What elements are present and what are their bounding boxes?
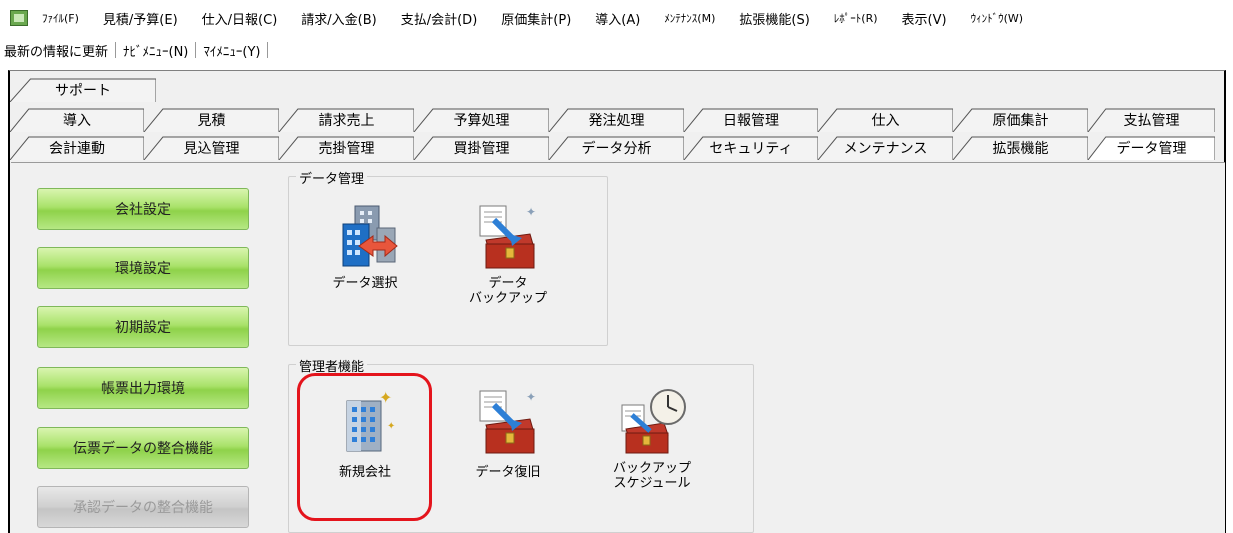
toolbar: 最新の情報に更新 ﾅﾋﾞﾒﾆｭｰ(N) ﾏｲﾒﾆｭｰ(Y): [0, 36, 1233, 64]
data-restore-tile[interactable]: ✦ データ復旧: [448, 385, 568, 480]
tab-label: 導入: [63, 113, 91, 129]
app-icon[interactable]: [10, 10, 28, 26]
tab-row1-0[interactable]: サポート: [10, 78, 156, 102]
tab-row-support: サポート: [10, 78, 156, 102]
data-backup-tile[interactable]: ✦ データ バックアップ: [448, 200, 568, 306]
treasure-chest-restore-icon: ✦: [472, 385, 544, 457]
tab-row2-0[interactable]: 導入: [10, 108, 144, 132]
tab-row3-2[interactable]: 売掛管理: [279, 136, 414, 160]
menu-item[interactable]: 導入(A): [595, 9, 640, 28]
tab-label: 売掛管理: [318, 141, 375, 157]
data-restore-label: データ復旧: [475, 465, 541, 480]
tab-row2-1[interactable]: 見積: [144, 108, 279, 132]
tab-label: 会計連動: [49, 141, 105, 157]
menu-item[interactable]: 支払/会計(D): [401, 9, 478, 28]
tab-label: 日報管理: [723, 113, 779, 129]
tab-row3-1[interactable]: 見込管理: [144, 136, 279, 160]
menu-item[interactable]: ﾌｧｲﾙ(F): [42, 10, 79, 26]
backup-schedule-tile[interactable]: バックアップ スケジュール: [592, 385, 712, 491]
tab-label: 見積: [197, 113, 226, 129]
toolbar-separator: [267, 42, 269, 58]
menu-item[interactable]: ﾚﾎﾟｰﾄ(R): [834, 10, 878, 26]
building-transfer-icon: [329, 200, 401, 272]
tab-row2-7[interactable]: 原価集計: [953, 108, 1088, 132]
tab-label: 原価集計: [992, 113, 1049, 129]
tab-row3-3[interactable]: 買掛管理: [414, 136, 549, 160]
slip-data-consistency-button[interactable]: 伝票データの整合機能: [37, 427, 249, 469]
toolbar-separator: [115, 42, 117, 58]
treasure-chest-backup-icon: ✦: [472, 200, 544, 272]
menu-bar: ﾌｧｲﾙ(F) 見積/予算(E) 仕入/日報(C) 請求/入金(B) 支払/会計(D) 原…: [0, 0, 1233, 36]
tab-row-modules: 導入 見積 請求売上 予算処理 発注処理 日報管理 仕入 原価集計 支払管理: [10, 108, 1215, 132]
menu-item[interactable]: 原価集計(P): [501, 9, 571, 28]
menu-item[interactable]: 請求/入金(B): [301, 9, 376, 28]
data-backup-label: データ バックアップ: [468, 276, 547, 306]
tab-label: セキュリティ: [709, 141, 793, 157]
tab-label: サポート: [55, 83, 111, 99]
highlight-annotation: [297, 373, 432, 521]
tab-label: 仕入: [871, 113, 900, 129]
environment-settings-button[interactable]: 環境設定: [37, 247, 249, 289]
tab-label: 予算処理: [453, 113, 510, 129]
tab-label: 拡張機能: [992, 141, 1049, 157]
tab-row2-6[interactable]: 仕入: [818, 108, 953, 132]
approval-data-consistency-button: 承認データの整合機能: [37, 486, 249, 528]
tab-row3-4[interactable]: データ分析: [549, 136, 684, 160]
data-select-tile[interactable]: データ選択: [305, 200, 425, 291]
data-management-group-title: データ管理: [296, 168, 368, 187]
tab-row2-8[interactable]: 支払管理: [1088, 108, 1215, 132]
menu-item[interactable]: 表示(V): [902, 9, 947, 28]
company-settings-button[interactable]: 会社設定: [37, 188, 249, 230]
menu-item[interactable]: 仕入/日報(C): [202, 9, 278, 28]
tab-row-management: 会計連動 見込管理 売掛管理 買掛管理 データ分析 セキュリティ メンテナンス 拡張機能 データ…: [10, 136, 1215, 160]
tab-label: 支払管理: [1123, 113, 1180, 129]
menu-item[interactable]: ｳｨﾝﾄﾞｳ(W): [971, 10, 1023, 26]
svg-text:✦: ✦: [526, 390, 536, 404]
tab-row2-5[interactable]: 日報管理: [684, 108, 818, 132]
report-output-environment-button[interactable]: 帳票出力環境: [37, 367, 249, 409]
tab-label: データ管理: [1116, 141, 1187, 157]
tab-row2-3[interactable]: 予算処理: [414, 108, 549, 132]
initial-settings-button[interactable]: 初期設定: [37, 306, 249, 348]
data-select-label: データ選択: [332, 276, 398, 291]
tab-row3-0[interactable]: 会計連動: [10, 136, 144, 160]
tab-label: 買掛管理: [453, 141, 510, 157]
my-menu-button[interactable]: ﾏｲﾒﾆｭｰ(Y): [203, 41, 260, 60]
tab-label: 請求売上: [318, 113, 375, 129]
tab-row2-4[interactable]: 発注処理: [549, 108, 684, 132]
tab-label: データ分析: [581, 141, 652, 157]
tab-row3-5[interactable]: セキュリティ: [684, 136, 818, 160]
tab-row3-8[interactable]: データ管理: [1088, 136, 1215, 160]
refresh-button[interactable]: 最新の情報に更新: [4, 41, 108, 60]
backup-schedule-label: バックアップ スケジュール: [612, 461, 691, 491]
tab-row3-7[interactable]: 拡張機能: [953, 136, 1088, 160]
navi-menu-button[interactable]: ﾅﾋﾞﾒﾆｭｰ(N): [123, 41, 188, 60]
tab-label: 発注処理: [588, 113, 645, 129]
tab-row3-6[interactable]: メンテナンス: [818, 136, 953, 160]
svg-text:✦: ✦: [526, 205, 536, 219]
backup-schedule-clock-icon: [616, 385, 688, 457]
toolbar-separator: [195, 42, 197, 58]
tab-label: メンテナンス: [843, 141, 928, 157]
menu-item[interactable]: 拡張機能(S): [739, 9, 809, 28]
menu-item[interactable]: 見積/予算(E): [103, 9, 178, 28]
tab-row2-2[interactable]: 請求売上: [279, 108, 414, 132]
menu-item[interactable]: ﾒﾝﾃﾅﾝｽ(M): [664, 10, 715, 26]
tab-label: 見込管理: [183, 141, 240, 157]
